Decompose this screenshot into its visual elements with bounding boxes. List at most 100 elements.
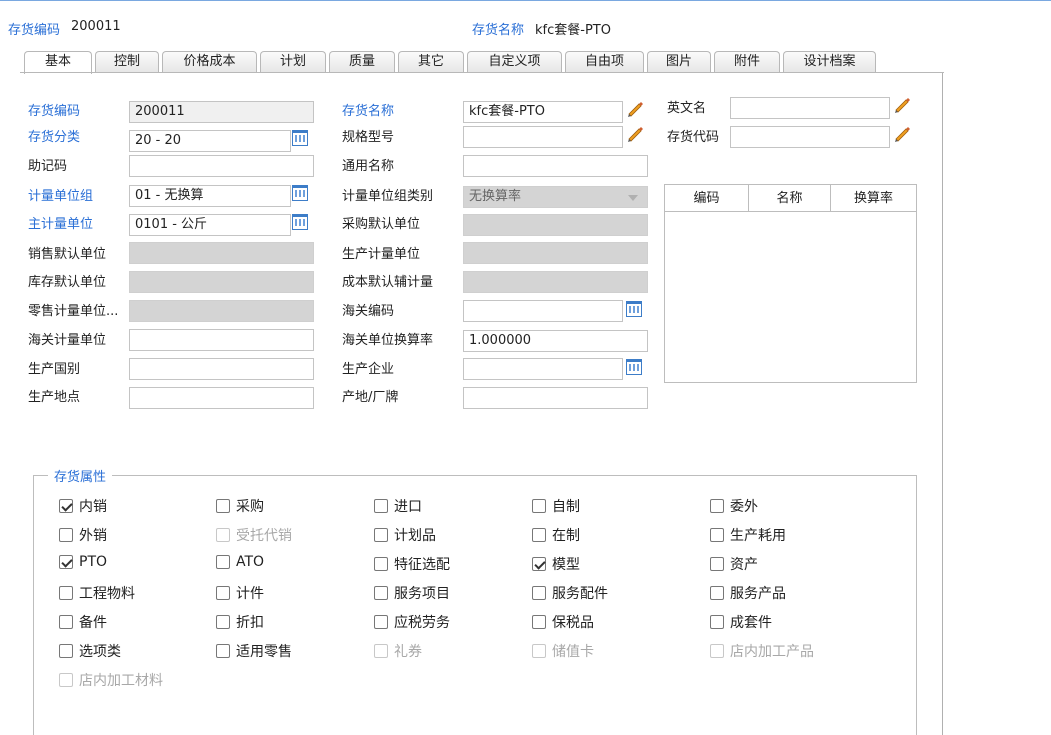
attribute-checkbox[interactable]: 应税劳务 <box>374 612 450 632</box>
attribute-checkbox[interactable]: 在制 <box>532 525 580 545</box>
checkbox-unchecked-icon[interactable] <box>59 528 73 542</box>
tab-image[interactable]: 图片 <box>647 51 711 73</box>
checkbox-checked-icon[interactable] <box>59 555 73 569</box>
pencil-icon[interactable] <box>892 95 912 115</box>
checkbox-unchecked-icon[interactable] <box>532 615 546 629</box>
checkbox-unchecked-icon[interactable] <box>216 499 230 513</box>
manufacturer-field[interactable] <box>463 358 623 380</box>
calendar-icon[interactable] <box>292 214 308 230</box>
calendar-icon[interactable] <box>292 185 308 201</box>
attribute-checkbox[interactable]: 自制 <box>532 496 580 516</box>
calendar-icon[interactable] <box>626 359 642 375</box>
attribute-checkbox[interactable]: 特征选配 <box>374 554 450 574</box>
checkbox-unchecked-icon[interactable] <box>216 644 230 658</box>
attribute-checkbox[interactable]: 工程物料 <box>59 583 135 603</box>
grid-col-name[interactable]: 名称 <box>749 185 831 212</box>
checkbox-unchecked-icon[interactable] <box>216 615 230 629</box>
attribute-label: 服务项目 <box>394 586 450 602</box>
inv-class-field[interactable]: 20 - 20 <box>129 130 291 152</box>
checkbox-unchecked-icon[interactable] <box>710 586 724 600</box>
purchase-uom-field <box>463 214 648 236</box>
calendar-icon[interactable] <box>626 301 642 317</box>
tab-quality[interactable]: 质量 <box>329 51 395 73</box>
origin-country-field[interactable] <box>129 358 314 380</box>
tab-plan[interactable]: 计划 <box>260 51 326 73</box>
checkbox-unchecked-icon[interactable] <box>710 528 724 542</box>
inv-name-field[interactable]: kfc套餐-PTO <box>463 101 623 123</box>
attribute-checkbox[interactable]: 备件 <box>59 612 107 632</box>
attribute-checkbox[interactable]: 模型 <box>532 554 580 574</box>
tab-custom[interactable]: 自定义项 <box>467 51 562 73</box>
checkbox-unchecked-icon[interactable] <box>532 586 546 600</box>
checkbox-unchecked-icon[interactable] <box>374 528 388 542</box>
attribute-checkbox[interactable]: 选项类 <box>59 641 121 661</box>
grid-col-rate[interactable]: 换算率 <box>831 185 916 212</box>
checkbox-unchecked-icon[interactable] <box>374 615 388 629</box>
conversion-grid[interactable]: 编码 名称 换算率 <box>664 184 917 383</box>
attributes-group <box>33 475 917 735</box>
checkbox-unchecked-icon[interactable] <box>532 528 546 542</box>
tab-basic[interactable]: 基本 <box>24 51 92 74</box>
attribute-checkbox[interactable]: 折扣 <box>216 612 264 632</box>
tab-attachment[interactable]: 附件 <box>714 51 780 73</box>
attribute-checkbox[interactable]: 服务配件 <box>532 583 608 603</box>
grid-col-code[interactable]: 编码 <box>665 185 749 212</box>
customs-code-field[interactable] <box>463 300 623 322</box>
checkbox-unchecked-icon[interactable] <box>710 557 724 571</box>
attribute-checkbox[interactable]: PTO <box>59 554 107 570</box>
attribute-label: 礼券 <box>394 644 422 660</box>
tab-control[interactable]: 控制 <box>95 51 159 73</box>
english-name-field[interactable] <box>730 97 890 119</box>
checkbox-checked-icon[interactable] <box>532 557 546 571</box>
pencil-icon[interactable] <box>625 124 645 144</box>
checkbox-unchecked-icon[interactable] <box>374 499 388 513</box>
pencil-icon[interactable] <box>625 99 645 119</box>
attribute-checkbox[interactable]: 生产耗用 <box>710 525 786 545</box>
attribute-label: 受托代销 <box>236 528 292 544</box>
tab-other[interactable]: 其它 <box>398 51 464 73</box>
checkbox-unchecked-icon[interactable] <box>59 644 73 658</box>
checkbox-unchecked-icon <box>710 644 724 658</box>
attribute-checkbox[interactable]: 进口 <box>374 496 422 516</box>
checkbox-unchecked-icon[interactable] <box>216 586 230 600</box>
tab-free[interactable]: 自由项 <box>565 51 644 73</box>
mnemonic-field[interactable] <box>129 155 314 177</box>
attribute-label: 外销 <box>79 528 107 544</box>
tab-price-cost[interactable]: 价格成本 <box>162 51 257 73</box>
attribute-checkbox[interactable]: 服务产品 <box>710 583 786 603</box>
attribute-checkbox[interactable]: 资产 <box>710 554 758 574</box>
attribute-checkbox[interactable]: 成套件 <box>710 612 772 632</box>
attribute-checkbox[interactable]: 计划品 <box>374 525 436 545</box>
checkbox-unchecked-icon[interactable] <box>59 586 73 600</box>
attribute-checkbox[interactable]: 计件 <box>216 583 264 603</box>
checkbox-unchecked-icon[interactable] <box>374 586 388 600</box>
customs-rate-field[interactable]: 1.000000 <box>463 330 648 352</box>
checkbox-unchecked-icon <box>59 673 73 687</box>
customs-uom-field[interactable] <box>129 329 314 351</box>
brand-field[interactable] <box>463 387 648 409</box>
checkbox-checked-icon[interactable] <box>59 499 73 513</box>
origin-place-field[interactable] <box>129 387 314 409</box>
attribute-checkbox[interactable]: ATO <box>216 554 264 570</box>
checkbox-unchecked-icon[interactable] <box>374 557 388 571</box>
pencil-icon[interactable] <box>892 124 912 144</box>
attribute-checkbox[interactable]: 外销 <box>59 525 107 545</box>
attribute-checkbox[interactable]: 适用零售 <box>216 641 292 661</box>
checkbox-unchecked-icon[interactable] <box>532 499 546 513</box>
common-name-field[interactable] <box>463 155 648 177</box>
spec-field[interactable] <box>463 126 623 148</box>
checkbox-unchecked-icon[interactable] <box>710 499 724 513</box>
checkbox-unchecked-icon[interactable] <box>59 615 73 629</box>
tab-design[interactable]: 设计档案 <box>783 51 876 73</box>
main-uom-field[interactable]: 0101 - 公斤 <box>129 214 291 236</box>
attribute-checkbox[interactable]: 保税品 <box>532 612 594 632</box>
attribute-checkbox[interactable]: 服务项目 <box>374 583 450 603</box>
uom-group-field[interactable]: 01 - 无换算 <box>129 185 291 207</box>
checkbox-unchecked-icon[interactable] <box>710 615 724 629</box>
attribute-checkbox[interactable]: 采购 <box>216 496 264 516</box>
attribute-checkbox[interactable]: 内销 <box>59 496 107 516</box>
inv-alias-field[interactable] <box>730 126 890 148</box>
attribute-checkbox[interactable]: 委外 <box>710 496 758 516</box>
checkbox-unchecked-icon[interactable] <box>216 555 230 569</box>
calendar-icon[interactable] <box>292 130 308 146</box>
